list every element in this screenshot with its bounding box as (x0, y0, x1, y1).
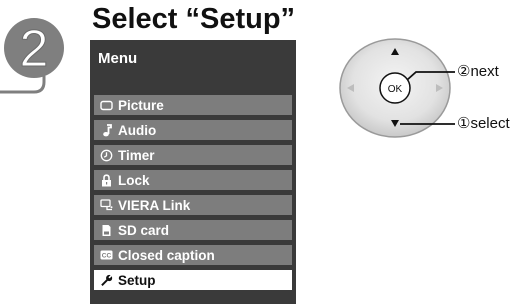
music-note-icon (100, 123, 113, 137)
wrench-icon (100, 274, 113, 287)
menu-item-audio[interactable]: Audio (94, 120, 292, 140)
menu-item-label: Timer (118, 147, 155, 163)
closed-caption-icon: CC (100, 249, 113, 262)
menu-item-label: Audio (118, 122, 157, 138)
menu-list: Picture Audio Timer Lock VIERA Link SD c… (90, 40, 296, 304)
menu-item-timer[interactable]: Timer (94, 145, 292, 165)
remote-dpad-illustration: OK (339, 38, 455, 138)
next-label: ②next (457, 63, 499, 80)
padlock-icon (100, 173, 113, 187)
step-connector-line (0, 76, 46, 94)
menu-item-label: Closed caption (118, 247, 215, 263)
picture-icon (100, 99, 113, 112)
menu-panel: Menu Picture Audio Timer Lock VIERA Link… (90, 40, 296, 304)
menu-item-viera-link[interactable]: VIERA Link (94, 195, 292, 215)
menu-item-setup[interactable]: Setup (94, 270, 292, 290)
clock-icon (100, 149, 113, 162)
menu-item-label: Picture (118, 97, 164, 113)
viera-link-icon (100, 199, 113, 212)
menu-item-closed-caption[interactable]: CC Closed caption (94, 245, 292, 265)
sd-card-icon (100, 224, 113, 237)
menu-item-sd-card[interactable]: SD card (94, 220, 292, 240)
step-title: Select “Setup” (92, 3, 296, 35)
menu-item-lock[interactable]: Lock (94, 170, 292, 190)
ok-button-label: OK (388, 84, 403, 95)
menu-item-label: Setup (118, 272, 156, 288)
menu-item-label: VIERA Link (118, 197, 191, 213)
svg-text:CC: CC (102, 253, 112, 260)
menu-item-label: Lock (118, 172, 150, 188)
menu-item-label: SD card (118, 222, 170, 238)
menu-item-picture[interactable]: Picture (94, 95, 292, 115)
step-number-badge: 2 (0, 18, 64, 94)
select-label: ①select (457, 115, 510, 132)
step-number: 2 (20, 20, 49, 78)
